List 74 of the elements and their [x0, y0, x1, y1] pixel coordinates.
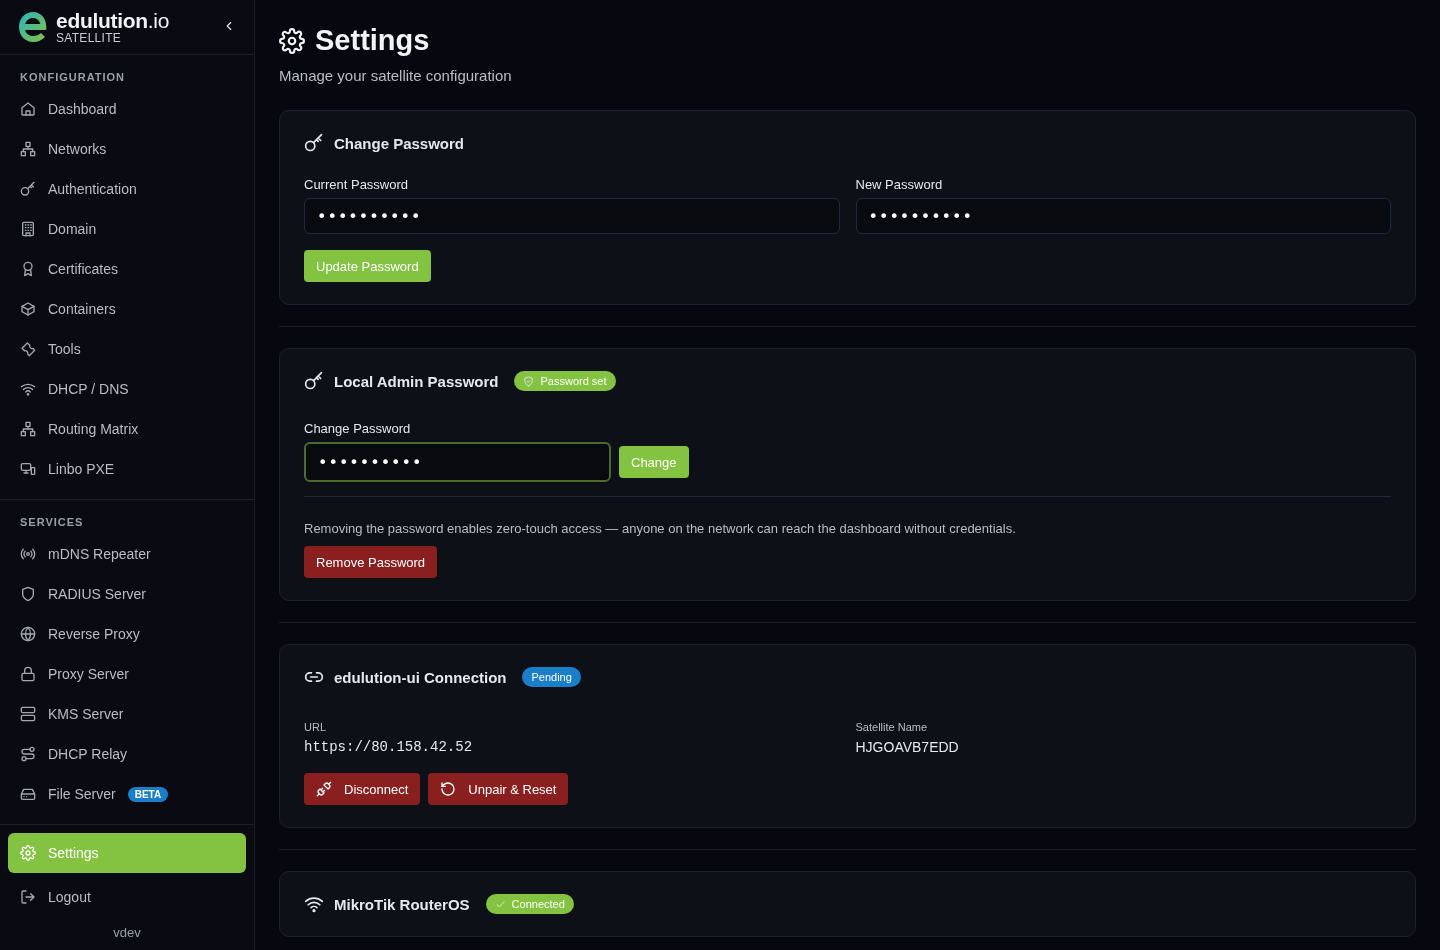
network-icon	[20, 421, 36, 437]
page-title: Settings	[315, 24, 430, 57]
sidebar-item[interactable]: KMS Server	[8, 694, 246, 734]
logout-icon	[20, 889, 36, 905]
shield-icon	[20, 586, 36, 602]
section-title: KONFIGURATION	[19, 70, 127, 85]
status-badge: Pending	[522, 667, 581, 687]
monitor-icon	[20, 461, 36, 477]
settings-icon	[279, 27, 305, 54]
sidebar-item[interactable]: Routing Matrix	[8, 409, 246, 449]
drive-icon	[20, 786, 36, 802]
brand-subtitle: SATELLITE	[56, 31, 123, 45]
info-label: Satellite Name	[855, 721, 929, 733]
card-title: Change Password	[334, 134, 465, 152]
info-value: HJGOAVB7EDD	[855, 739, 960, 755]
reset-button[interactable]: Unpair & Reset	[428, 773, 569, 805]
box-icon	[20, 301, 36, 317]
shield-check-icon	[523, 375, 535, 387]
key-icon	[304, 371, 324, 391]
lock-icon	[20, 666, 36, 682]
warning-text: Removing the password enables zero-touch access — anyone on the network can reach the dashboard without credentials.	[304, 521, 1017, 536]
network-icon	[20, 141, 36, 157]
home-icon	[20, 101, 36, 117]
key-icon	[304, 133, 324, 153]
beta-badge: BETA	[127, 786, 169, 802]
sidebar-item[interactable]: Logout	[8, 877, 246, 917]
broadcast-icon	[20, 546, 36, 562]
sidebar-item[interactable]: RADIUS Server	[8, 574, 246, 614]
card-title: MikroTik RouterOS	[334, 895, 470, 913]
sidebar-item[interactable]: Domain	[8, 209, 246, 249]
key-icon	[20, 181, 36, 197]
sidebar-item[interactable]: Containers	[8, 289, 246, 329]
route-icon	[20, 746, 36, 762]
globe-icon	[20, 626, 36, 642]
sidebar-item[interactable]: Tools	[8, 329, 246, 369]
sidebar-item[interactable]: File Server BETA	[8, 774, 246, 814]
sidebar-item[interactable]: mDNS Repeater	[8, 534, 246, 574]
logo-icon	[18, 10, 48, 44]
page-subtitle: Manage your satellite configuration	[279, 67, 513, 84]
version-label: vdev	[112, 924, 142, 940]
unplug-icon	[316, 781, 332, 797]
info-value: https://80.158.42.52	[304, 739, 474, 755]
sidebar-item[interactable]: Dashboard	[8, 89, 246, 129]
server-icon	[20, 706, 36, 722]
sidebar-item[interactable]: Certificates	[8, 249, 246, 289]
check-icon	[494, 898, 506, 910]
wifi-icon	[304, 894, 324, 914]
remove-password-button[interactable]: Remove Password	[304, 546, 438, 578]
info-label: URL	[304, 721, 327, 733]
disconnect-button[interactable]: Disconnect	[304, 773, 421, 805]
rotate-icon	[440, 781, 457, 797]
settings-icon	[20, 845, 36, 861]
password-field[interactable]: ••••••••••	[304, 198, 840, 234]
status-badge: Connected	[485, 894, 574, 914]
field-label: New Password	[855, 177, 944, 192]
field-label: Current Password	[304, 177, 410, 192]
card-title: edulution-ui Connection	[334, 668, 507, 686]
password-field[interactable]: ••••••••••	[304, 442, 611, 482]
sidebar-item[interactable]: DHCP / DNS	[8, 369, 246, 409]
brand-name: edulution.io	[56, 9, 171, 32]
wifi-icon	[20, 381, 36, 397]
section-title: SERVICES	[19, 515, 85, 530]
sidebar-item[interactable]: Proxy Server	[8, 654, 246, 694]
award-icon	[20, 261, 36, 277]
sidebar-item[interactable]: DHCP Relay	[8, 734, 246, 774]
card-title: Local Admin Password	[334, 372, 499, 390]
sidebar-item[interactable]: Reverse Proxy	[8, 614, 246, 654]
building-icon	[20, 221, 36, 237]
password-field[interactable]: ••••••••••	[855, 198, 1391, 234]
field-label: Change Password	[304, 421, 412, 436]
status-badge: Password set	[514, 371, 616, 391]
sidebar-item[interactable]: Linbo PXE	[8, 449, 246, 489]
sidebar-item[interactable]: Authentication	[8, 169, 246, 209]
sidebar-item[interactable]: Networks	[8, 129, 246, 169]
